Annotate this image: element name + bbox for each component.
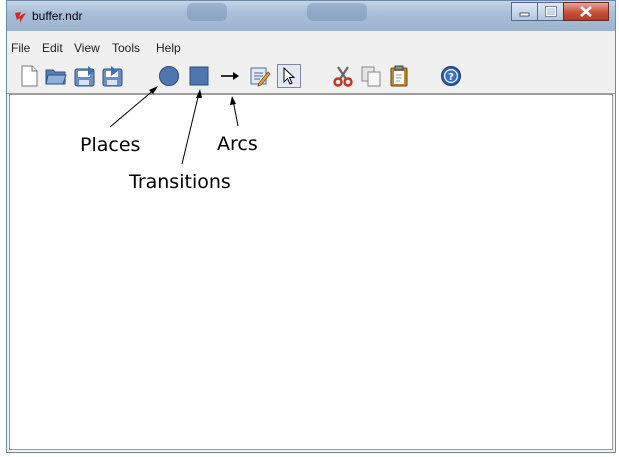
places-arrow-line [109, 88, 156, 128]
transitions-arrow-line [181, 92, 200, 165]
places-label: Places [80, 134, 141, 156]
arcs-label: Arcs [217, 133, 258, 155]
transitions-label: Transitions [129, 171, 231, 193]
annotation-arrows [109, 86, 239, 165]
transitions-arrowhead [196, 89, 202, 98]
arcs-arrowhead [230, 96, 236, 105]
